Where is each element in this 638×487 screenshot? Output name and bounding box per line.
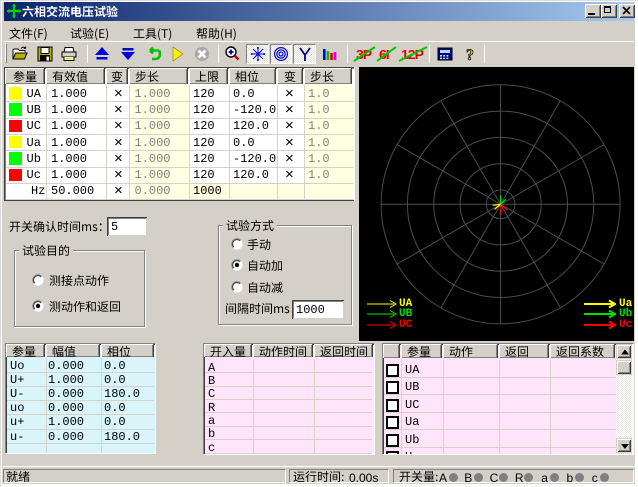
svg-text:?: ? [466,47,474,62]
